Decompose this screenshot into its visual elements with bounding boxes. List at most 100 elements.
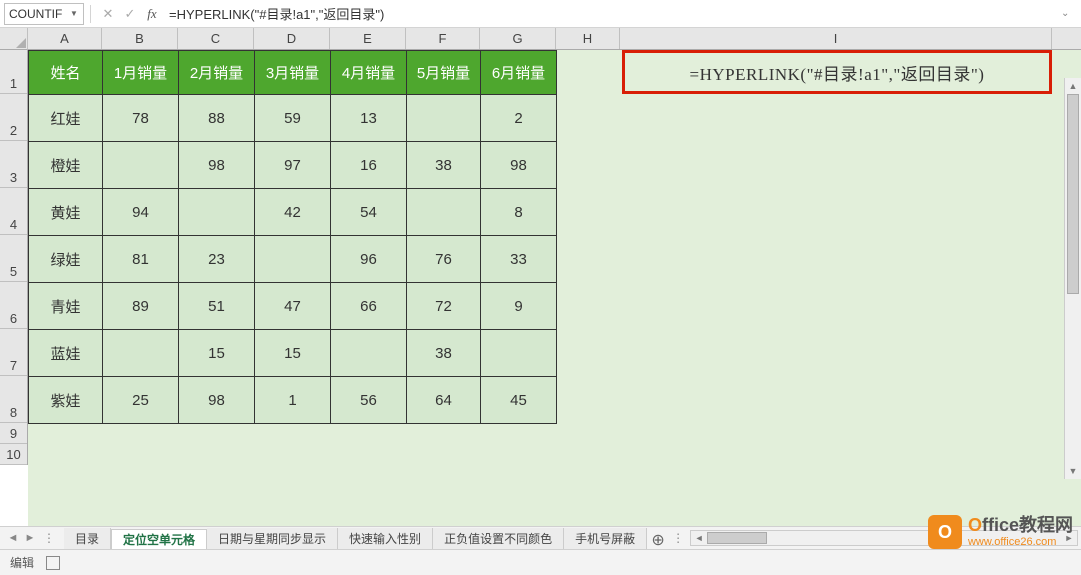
cell[interactable]: 94 xyxy=(103,189,179,236)
th-m4[interactable]: 4月销量 xyxy=(331,51,407,95)
col-header-d[interactable]: D xyxy=(254,28,330,49)
chevron-down-icon[interactable]: ▼ xyxy=(69,9,79,18)
sheet-tab-active[interactable]: 定位空单元格 xyxy=(111,529,207,551)
cell[interactable]: 25 xyxy=(103,377,179,424)
th-name[interactable]: 姓名 xyxy=(29,51,103,95)
cell[interactable]: 16 xyxy=(331,142,407,189)
cell[interactable] xyxy=(407,189,481,236)
cell[interactable]: 56 xyxy=(331,377,407,424)
vscroll-thumb[interactable] xyxy=(1067,94,1079,294)
cell[interactable]: 8 xyxy=(481,189,557,236)
tab-split-icon[interactable]: ⋮ xyxy=(669,531,687,545)
cell[interactable]: 33 xyxy=(481,236,557,283)
expand-formula-icon[interactable]: ⌄ xyxy=(1061,8,1081,19)
cell[interactable]: 绿娃 xyxy=(29,236,103,283)
cell[interactable]: 15 xyxy=(255,330,331,377)
fx-button[interactable]: fx xyxy=(141,3,163,25)
cell[interactable]: 黄娃 xyxy=(29,189,103,236)
col-header-f[interactable]: F xyxy=(406,28,480,49)
cell[interactable]: 42 xyxy=(255,189,331,236)
col-header-h[interactable]: H xyxy=(556,28,620,49)
row-header-10[interactable]: 10 xyxy=(0,444,27,465)
cell[interactable]: 38 xyxy=(407,330,481,377)
cell[interactable]: 23 xyxy=(179,236,255,283)
col-header-e[interactable]: E xyxy=(330,28,406,49)
cell[interactable]: 青娃 xyxy=(29,283,103,330)
cell[interactable]: 15 xyxy=(179,330,255,377)
cell[interactable]: 64 xyxy=(407,377,481,424)
cell[interactable]: 66 xyxy=(331,283,407,330)
tab-prev-icon[interactable]: ◄ xyxy=(6,530,20,546)
cancel-button[interactable]: ✕ xyxy=(97,3,119,25)
cell[interactable]: 51 xyxy=(179,283,255,330)
cell[interactable] xyxy=(103,142,179,189)
cell[interactable]: 9 xyxy=(481,283,557,330)
cell[interactable]: 88 xyxy=(179,95,255,142)
cell[interactable] xyxy=(407,95,481,142)
cell[interactable]: 98 xyxy=(179,377,255,424)
cell[interactable]: 红娃 xyxy=(29,95,103,142)
sheet-tab[interactable]: 日期与星期同步显示 xyxy=(207,528,338,550)
row-header-3[interactable]: 3 xyxy=(0,141,27,188)
cell-area[interactable]: 姓名 1月销量 2月销量 3月销量 4月销量 5月销量 6月销量 红娃78885… xyxy=(28,50,1081,528)
th-m2[interactable]: 2月销量 xyxy=(179,51,255,95)
cell[interactable]: 蓝娃 xyxy=(29,330,103,377)
tab-next-icon[interactable]: ► xyxy=(23,530,37,546)
cell[interactable]: 96 xyxy=(331,236,407,283)
row-header-7[interactable]: 7 xyxy=(0,329,27,376)
select-all-corner[interactable] xyxy=(0,28,28,50)
cell[interactable]: 72 xyxy=(407,283,481,330)
col-header-g[interactable]: G xyxy=(480,28,556,49)
th-m5[interactable]: 5月销量 xyxy=(407,51,481,95)
add-sheet-button[interactable]: ⊕ xyxy=(647,530,669,550)
name-box[interactable]: COUNTIF ▼ xyxy=(4,3,84,25)
macro-record-icon[interactable] xyxy=(46,556,60,570)
sheet-tab[interactable]: 手机号屏蔽 xyxy=(564,528,647,550)
row-header-4[interactable]: 4 xyxy=(0,188,27,235)
cell[interactable]: 59 xyxy=(255,95,331,142)
row-header-2[interactable]: 2 xyxy=(0,94,27,141)
col-header-i[interactable]: I xyxy=(620,28,1052,49)
cell[interactable]: 89 xyxy=(103,283,179,330)
th-m6[interactable]: 6月销量 xyxy=(481,51,557,95)
th-m3[interactable]: 3月销量 xyxy=(255,51,331,95)
cell[interactable] xyxy=(103,330,179,377)
formula-input[interactable]: =HYPERLINK("#目录!a1","返回目录") xyxy=(163,3,1061,25)
scroll-left-icon[interactable]: ◄ xyxy=(691,531,707,545)
vertical-scrollbar[interactable]: ▲ ▼ xyxy=(1064,78,1081,479)
cell[interactable]: 47 xyxy=(255,283,331,330)
cell[interactable] xyxy=(331,330,407,377)
col-header-c[interactable]: C xyxy=(178,28,254,49)
row-header-1[interactable]: 1 xyxy=(0,50,27,94)
cell[interactable]: 97 xyxy=(255,142,331,189)
cell[interactable]: 13 xyxy=(331,95,407,142)
sheet-tab[interactable]: 快速输入性别 xyxy=(338,528,433,550)
sheet-tab[interactable]: 正负值设置不同颜色 xyxy=(433,528,564,550)
cell[interactable]: 45 xyxy=(481,377,557,424)
cell[interactable]: 81 xyxy=(103,236,179,283)
cell[interactable]: 1 xyxy=(255,377,331,424)
cell[interactable]: 78 xyxy=(103,95,179,142)
sheet-tab[interactable]: 目录 xyxy=(64,528,111,550)
cell[interactable]: 38 xyxy=(407,142,481,189)
cell[interactable]: 98 xyxy=(179,142,255,189)
cell[interactable] xyxy=(255,236,331,283)
confirm-button[interactable]: ✓ xyxy=(119,3,141,25)
cell[interactable]: 2 xyxy=(481,95,557,142)
hscroll-thumb[interactable] xyxy=(707,532,767,544)
row-header-9[interactable]: 9 xyxy=(0,423,27,444)
cell[interactable]: 76 xyxy=(407,236,481,283)
scroll-up-icon[interactable]: ▲ xyxy=(1065,78,1081,94)
row-header-8[interactable]: 8 xyxy=(0,376,27,423)
col-header-a[interactable]: A xyxy=(28,28,102,49)
cell[interactable] xyxy=(179,189,255,236)
th-m1[interactable]: 1月销量 xyxy=(103,51,179,95)
tab-menu-icon[interactable]: ⋮ xyxy=(40,531,58,545)
cell[interactable]: 54 xyxy=(331,189,407,236)
row-header-5[interactable]: 5 xyxy=(0,235,27,282)
cell[interactable]: 紫娃 xyxy=(29,377,103,424)
cell[interactable]: 98 xyxy=(481,142,557,189)
cell[interactable] xyxy=(481,330,557,377)
cell[interactable]: 橙娃 xyxy=(29,142,103,189)
row-header-6[interactable]: 6 xyxy=(0,282,27,329)
